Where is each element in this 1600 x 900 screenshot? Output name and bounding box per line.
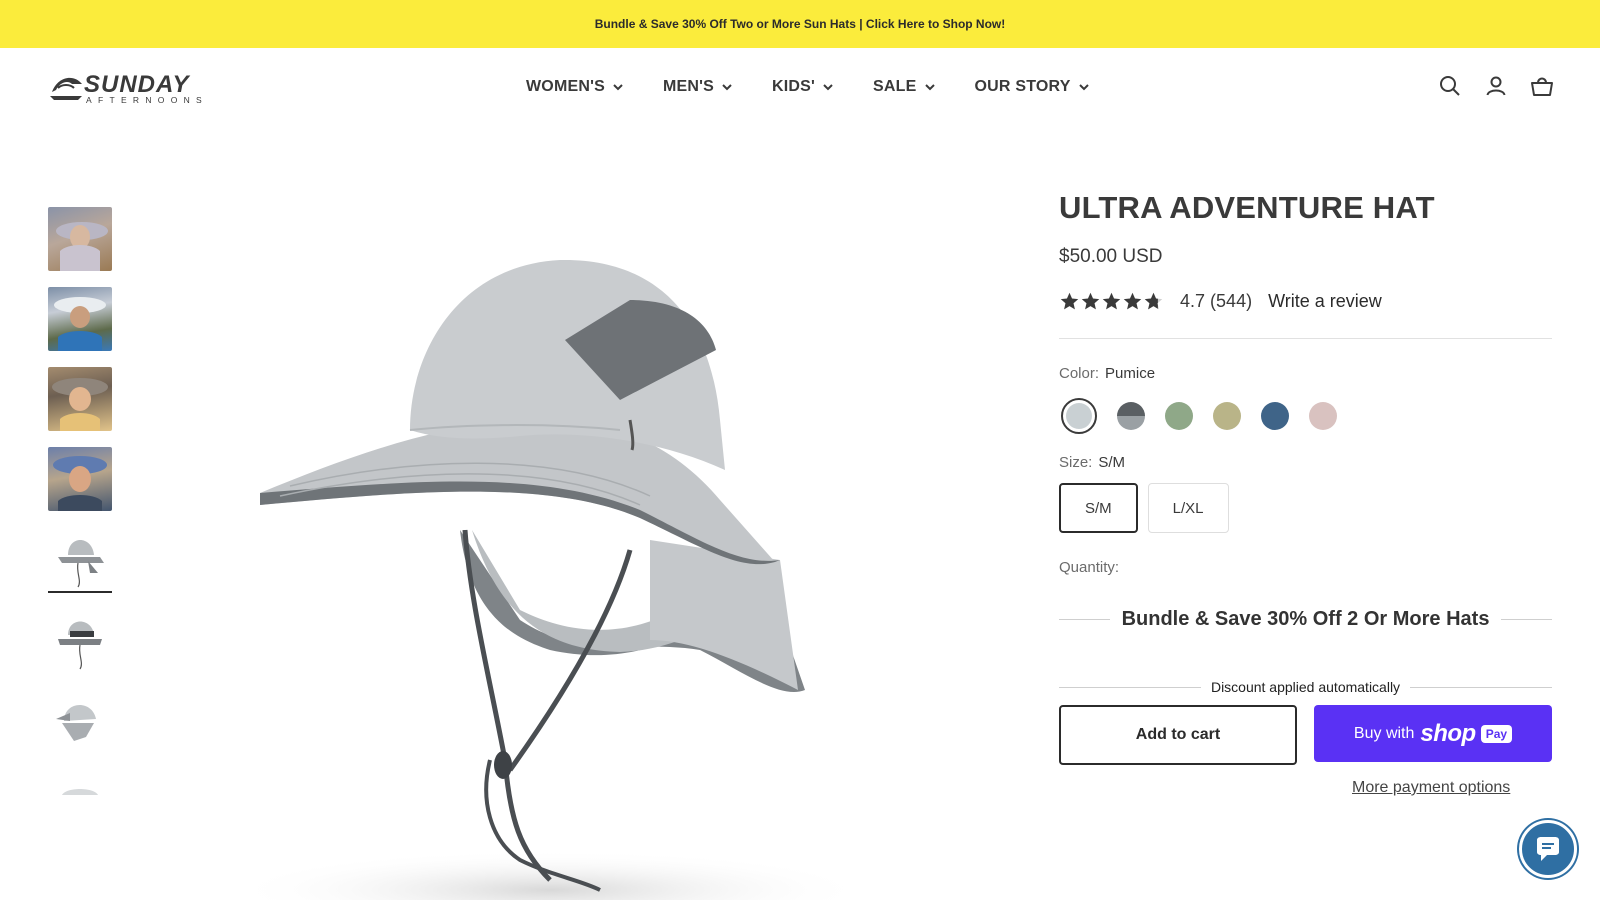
main-product-image[interactable] <box>220 200 920 900</box>
product-info: ULTRA ADVENTURE HAT $50.00 USD 4.7 (544)… <box>1059 190 1553 797</box>
thumbnail-5[interactable] <box>48 527 112 593</box>
star-icon <box>1060 292 1079 309</box>
divider <box>1501 619 1553 620</box>
purchase-buttons: Add to cart Buy with shop Pay <box>1059 705 1552 765</box>
svg-text:SUNDAY: SUNDAY <box>84 71 191 98</box>
size-options: S/M L/XL <box>1059 483 1552 533</box>
cart-icon[interactable] <box>1530 74 1554 98</box>
chevron-down-icon <box>823 84 833 91</box>
nav-label: WOMEN'S <box>526 78 605 95</box>
brand-logo[interactable]: SUNDAY AFTERNOONS <box>48 70 240 106</box>
rating-stars[interactable] <box>1059 291 1164 312</box>
star-icon <box>1102 292 1121 309</box>
rating-score: 4.7 (544) <box>1180 291 1252 312</box>
size-label: Size: S/M <box>1059 454 1552 471</box>
more-payment-options-link[interactable]: More payment options <box>1352 779 1510 797</box>
nav-label: KIDS' <box>772 78 816 95</box>
product-price: $50.00 USD <box>1059 246 1163 267</box>
nav-sale[interactable]: SALE <box>873 75 935 99</box>
color-swatch-charcoal[interactable] <box>1117 402 1145 430</box>
color-swatch-pumice[interactable] <box>1061 398 1097 434</box>
nav-label: MEN'S <box>662 78 715 95</box>
size-option-lxl[interactable]: L/XL <box>1147 483 1229 533</box>
size-selected-value: S/M <box>1098 454 1126 471</box>
write-review-link[interactable]: Write a review <box>1268 291 1382 312</box>
color-swatch-khaki[interactable] <box>1213 402 1241 430</box>
nav-our-story[interactable]: OUR STORY <box>975 75 1089 99</box>
quantity-label: Quantity: <box>1059 559 1120 576</box>
thumbnail-4[interactable] <box>48 447 112 511</box>
divider <box>1059 686 1201 688</box>
divider <box>1059 619 1110 620</box>
chevron-down-icon <box>924 84 935 91</box>
color-swatch-blue[interactable] <box>1261 402 1289 430</box>
color-selected-value: Pumice <box>1105 365 1156 382</box>
search-icon[interactable] <box>1438 74 1462 98</box>
nav-label: SALE <box>873 78 917 95</box>
announcement-bar: Bundle & Save 30% Off Two or More Sun Ha… <box>0 0 1600 48</box>
product-title: ULTRA ADVENTURE HAT <box>1059 190 1435 225</box>
thumbnail-6[interactable] <box>48 609 112 673</box>
thumbnail-8[interactable] <box>48 769 112 833</box>
size-label-text: Size: <box>1059 454 1093 471</box>
review-count: (544) <box>1210 290 1253 311</box>
account-icon[interactable] <box>1484 74 1508 98</box>
buy-with-label: Buy with <box>1353 724 1415 742</box>
shop-logo: shop <box>1420 719 1476 747</box>
color-swatches <box>1059 396 1552 436</box>
nav-label: OUR STORY <box>974 78 1071 95</box>
divider <box>1410 686 1553 688</box>
announcement-link[interactable]: Bundle & Save 30% Off Two or More Sun Ha… <box>595 17 1006 31</box>
svg-text:AFTERNOONS: AFTERNOONS <box>86 95 208 105</box>
star-icon <box>1123 292 1142 309</box>
nav-womens[interactable]: WOMEN'S <box>526 75 623 99</box>
rating-value: 4.7 <box>1180 290 1206 311</box>
bundle-text: Bundle & Save 30% Off 2 Or More Hats <box>1121 608 1490 630</box>
star-icon <box>1081 292 1100 309</box>
thumbnail-3[interactable] <box>48 367 112 431</box>
shop-pay-button[interactable]: Buy with shop Pay <box>1314 705 1552 762</box>
chevron-down-icon <box>613 84 623 91</box>
color-swatch-sage[interactable] <box>1165 402 1193 430</box>
color-swatch-rose[interactable] <box>1309 402 1337 430</box>
chevron-down-icon <box>1078 84 1089 91</box>
divider <box>1059 338 1552 339</box>
add-to-cart-button[interactable]: Add to cart <box>1059 705 1297 765</box>
main-nav: WOMEN'S MEN'S KIDS' SALE OUR STORY <box>526 75 1129 99</box>
discount-text: Discount applied automatically <box>1210 679 1401 695</box>
size-option-sm[interactable]: S/M <box>1059 483 1138 533</box>
chat-icon <box>1537 837 1559 861</box>
site-header: SUNDAY AFTERNOONS WOMEN'S MEN'S KIDS' SA… <box>0 48 1600 128</box>
color-label-text: Color: <box>1059 365 1100 382</box>
thumbnail-gallery <box>48 207 112 849</box>
nav-kids[interactable]: KIDS' <box>772 75 833 99</box>
rating-row: 4.7 (544) Write a review <box>1059 288 1552 314</box>
thumbnail-2[interactable] <box>48 287 112 351</box>
chevron-down-icon <box>722 84 732 91</box>
bundle-banner: Bundle & Save 30% Off 2 Or More Hats <box>1059 608 1553 631</box>
thumbnail-1[interactable] <box>48 207 112 271</box>
nav-mens[interactable]: MEN'S <box>663 75 732 99</box>
thumbnail-7[interactable] <box>48 689 112 753</box>
pay-badge: Pay <box>1480 724 1513 743</box>
star-half-icon <box>1144 292 1163 309</box>
color-label: Color: Pumice <box>1059 365 1552 382</box>
header-actions <box>1438 74 1554 98</box>
discount-note: Discount applied automatically <box>1059 679 1553 695</box>
chat-button[interactable] <box>1519 820 1577 878</box>
